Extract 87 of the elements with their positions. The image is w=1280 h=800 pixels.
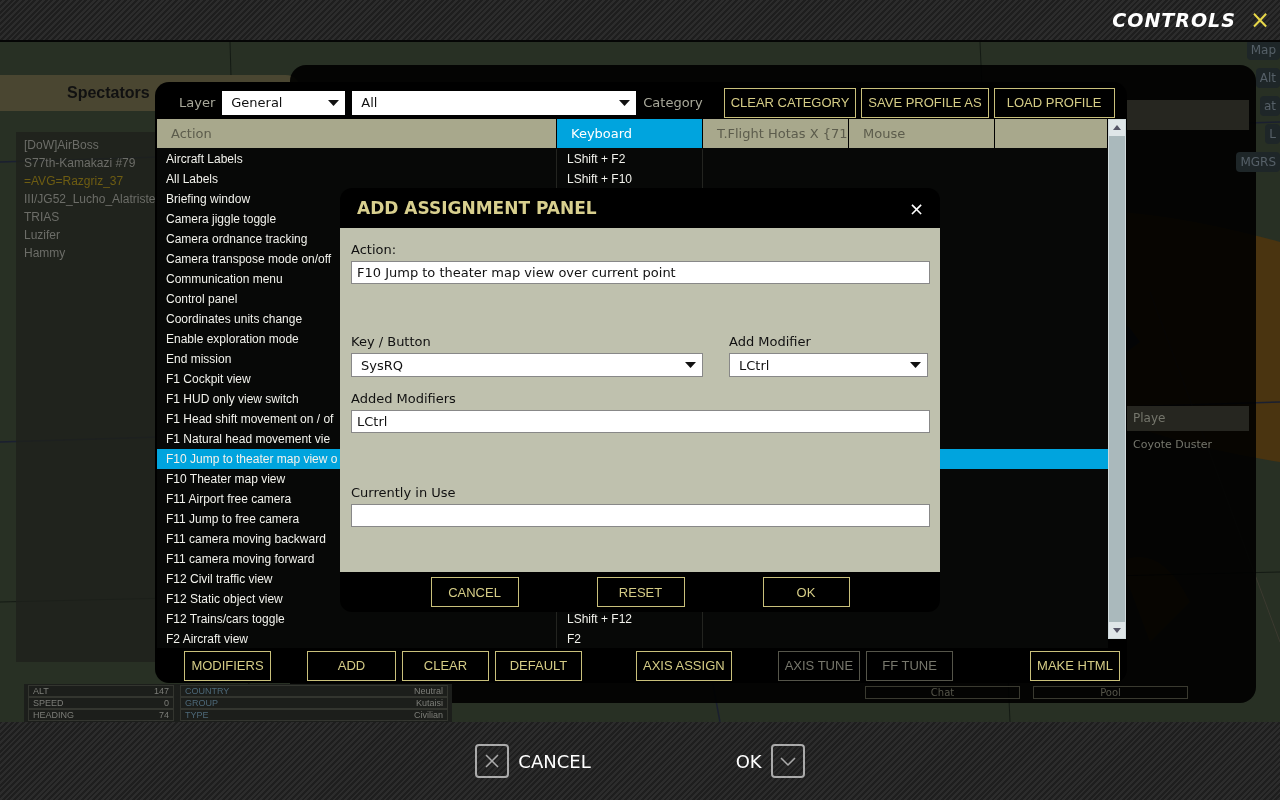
action-name: Coordinates units change	[166, 312, 303, 326]
info-label: HEADING	[33, 710, 74, 720]
chevron-down-icon	[770, 744, 805, 778]
action-name: F10 Jump to theater map view o	[166, 452, 338, 466]
layer-label: Layer	[179, 95, 216, 110]
action-name: Aircraft Labels	[166, 152, 243, 166]
column-header: Playe	[1133, 411, 1166, 425]
toolbar-button[interactable]: SAVE PROFILE AS	[861, 87, 989, 118]
action-row[interactable]: Aircraft Labels LShift + F2	[157, 149, 1108, 169]
dialog-button[interactable]: OK	[762, 577, 850, 607]
dialog-button[interactable]: RESET	[596, 577, 685, 607]
action-name: F12 Civil traffic view	[166, 572, 273, 586]
action-name: F11 Airport free camera	[166, 492, 292, 506]
action-name: Camera ordnance tracking	[166, 232, 308, 246]
category-select[interactable]: All	[352, 90, 637, 115]
field-label: Add Modifier	[729, 334, 812, 349]
action-name: F1 Cockpit view	[166, 372, 251, 386]
action-name: All Labels	[166, 172, 219, 186]
info-label: GROUP	[185, 698, 218, 708]
action-name: End mission	[166, 352, 232, 366]
info-label: ALT	[33, 686, 49, 696]
field-label: Action:	[351, 242, 398, 257]
close-icon	[475, 744, 510, 778]
info-value: 147	[153, 686, 169, 696]
cancel-button[interactable]: CANCEL	[475, 744, 591, 778]
action-name: Communication menu	[166, 272, 283, 286]
action-name: F1 Natural head movement vie	[166, 432, 331, 446]
field-label: Added Modifiers	[351, 391, 457, 406]
key-binding: LShift + F10	[567, 172, 633, 186]
action-name: F1 Head shift movement on / of	[166, 412, 334, 426]
toolbar-button[interactable]: LOAD PROFILE	[993, 87, 1115, 118]
info-value: Kutaisi	[416, 698, 443, 708]
action-name: F12 Static object view	[166, 592, 283, 606]
info-value: Neutral	[414, 686, 443, 696]
dialog-title: ADD ASSIGNMENT PANEL	[357, 198, 597, 218]
field-label: Currently in Use	[351, 485, 457, 500]
scroll-up-icon[interactable]	[1109, 120, 1125, 136]
scroll-down-icon[interactable]	[1109, 622, 1125, 638]
action-name: Camera jiggle toggle	[166, 212, 277, 226]
category-label: Category	[643, 95, 703, 110]
info-value: Civilian	[414, 710, 443, 720]
action-name: F11 camera moving forward	[166, 552, 315, 566]
modifiers-field[interactable]: LCtrl	[351, 410, 930, 433]
caret-icon	[685, 362, 696, 368]
dialog-button[interactable]: CANCEL	[430, 577, 519, 607]
caret-icon	[910, 362, 921, 368]
action-name: Enable exploration mode	[166, 332, 299, 346]
action-button[interactable]: ADD	[307, 650, 396, 681]
field-label: Key / Button	[351, 334, 432, 349]
action-button[interactable]: AXIS ASSIGN	[636, 650, 732, 681]
ok-button[interactable]: OK	[735, 744, 805, 778]
toolbar-button[interactable]: CLEAR CATEGORY	[723, 87, 857, 118]
caret-icon	[328, 99, 340, 106]
key-select[interactable]: SysRQ	[351, 353, 703, 377]
action-name: F1 HUD only view switch	[166, 392, 299, 406]
action-name: Briefing window	[166, 192, 251, 206]
close-button[interactable]: ×	[1249, 8, 1270, 32]
modifier-select[interactable]: LCtrl	[729, 353, 928, 377]
close-button[interactable]: ×	[908, 197, 924, 219]
layer-select[interactable]: General	[222, 90, 346, 115]
caret-icon	[619, 99, 631, 106]
action-name: F11 camera moving backward	[166, 532, 326, 546]
key-binding: LShift + F2	[567, 152, 626, 166]
window-title: CONTROLS	[1112, 9, 1236, 31]
action-field[interactable]: F10 Jump to theater map view over current point	[351, 261, 930, 284]
action-name: F10 Theater map view	[166, 472, 286, 486]
action-name: F2 Aircraft view	[166, 632, 249, 646]
player-name: Coyote Duster	[1133, 438, 1212, 451]
info-label: COUNTRY	[185, 686, 230, 696]
action-button[interactable]: MAKE HTML	[1030, 650, 1120, 681]
key-binding: F2	[567, 632, 581, 646]
action-name: Camera transpose mode on/off	[166, 252, 332, 266]
info-label: SPEED	[33, 698, 64, 708]
info-label: TYPE	[185, 710, 209, 720]
action-row[interactable]: F2 Aircraft view F2	[157, 629, 1108, 648]
spectators-title: Spectators	[67, 84, 150, 102]
action-name: F11 Jump to free camera	[166, 512, 300, 526]
action-button[interactable]: MODIFIERS	[184, 650, 271, 681]
action-name: Control panel	[166, 292, 238, 306]
action-button[interactable]: CLEAR	[402, 650, 489, 681]
action-button[interactable]: DEFAULT	[495, 650, 582, 681]
scrollbar[interactable]	[1108, 119, 1126, 639]
key-binding: LShift + F12	[567, 612, 633, 626]
info-value: 0	[164, 698, 169, 708]
in-use-field[interactable]	[351, 504, 930, 527]
action-name: F12 Trains/cars toggle	[166, 612, 285, 626]
info-value: 74	[159, 710, 169, 720]
